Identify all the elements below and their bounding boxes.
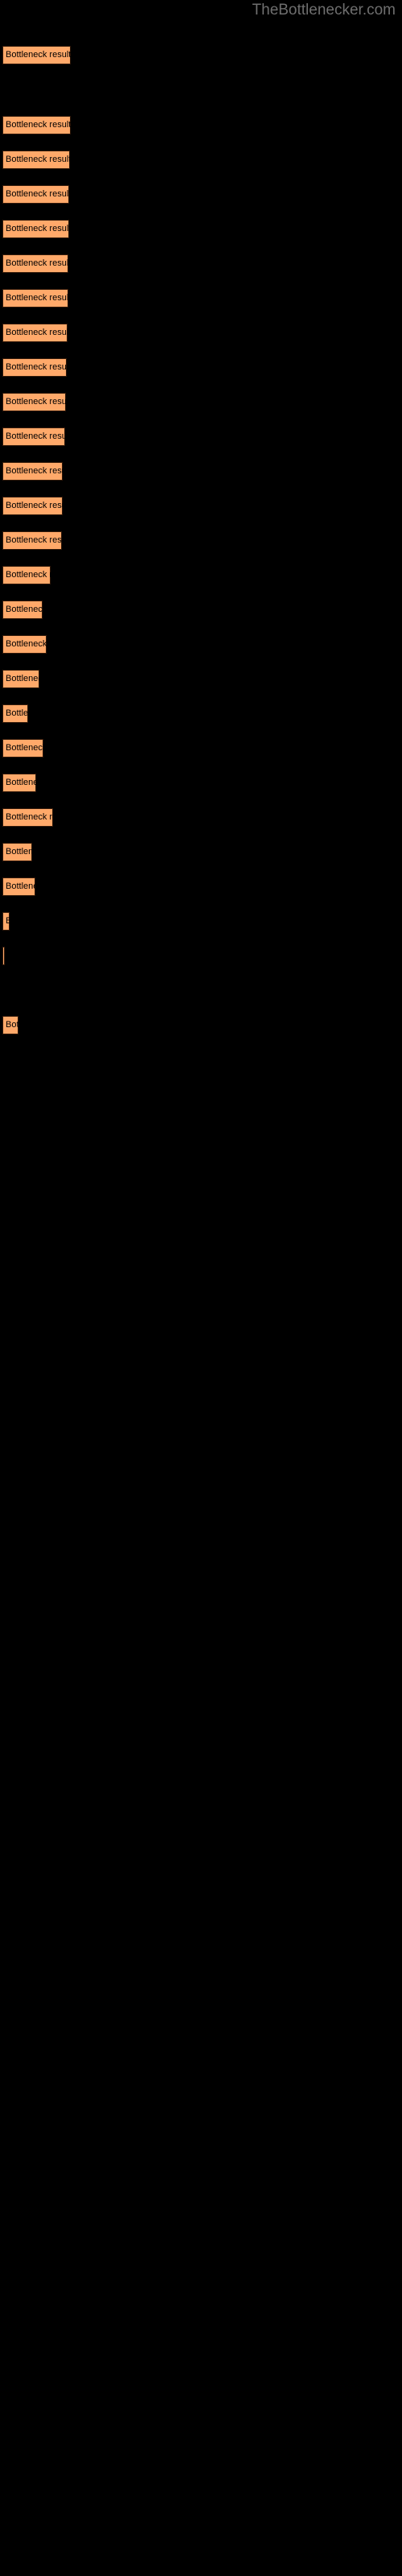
bar-row[interactable]: Bottleneck result xyxy=(2,947,5,965)
bottleneck-chart: TheBottlenecker.com Bottleneck result Bot… xyxy=(0,0,402,2576)
bar-label-clip: Bottleneck result xyxy=(2,566,51,584)
bar-label-clip: Bottleneck result xyxy=(2,116,71,134)
bar-label-clip: Bottleneck result xyxy=(2,843,32,861)
bar-label: Bottleneck result xyxy=(6,224,69,233)
bar-row[interactable]: Bottleneck result xyxy=(2,601,43,619)
bar-label-clip: Bottleneck result xyxy=(2,254,68,273)
bar-label-clip: Bottleneck result xyxy=(2,220,69,238)
bar-row[interactable]: Bottleneck result xyxy=(2,254,68,273)
bar-label-clip: Bottleneck result xyxy=(2,1016,18,1034)
bar-label: Bottleneck result xyxy=(6,570,51,580)
bar-label: Bottleneck result xyxy=(6,362,67,372)
bar-row[interactable]: Bottleneck result xyxy=(2,289,68,308)
bar-row[interactable]: Bottleneck result xyxy=(2,531,62,550)
bar-label: Bottleneck result xyxy=(6,397,66,407)
bar-label: Bottleneck result xyxy=(6,674,39,683)
bar-label: Bottleneck result xyxy=(6,605,43,614)
bar-label-clip: Bottleneck result xyxy=(2,635,47,654)
bar-label: Bottleneck result xyxy=(6,501,63,510)
bar-label-clip: Bottleneck result xyxy=(2,670,39,688)
bar-label: Bottleneck result xyxy=(6,881,35,891)
bar-row[interactable]: Bottleneck result xyxy=(2,877,35,896)
bar-label: Bottleneck result xyxy=(6,812,53,822)
bar-row[interactable]: Bottleneck result xyxy=(2,220,69,238)
bar-label: Bottleneck result xyxy=(6,847,32,857)
bar-row[interactable]: Bottleneck result xyxy=(2,1016,18,1034)
bar-row[interactable]: Bottleneck result xyxy=(2,635,47,654)
bar-row[interactable]: Bottleneck result xyxy=(2,151,70,169)
bar-row[interactable]: Bottleneck result xyxy=(2,46,71,64)
bar-label-clip: Bottleneck result xyxy=(2,427,65,446)
bar-label: Bottleneck result xyxy=(6,1020,18,1030)
bar-label-clip: Bottleneck result xyxy=(2,185,69,204)
bar-label: Bottleneck result xyxy=(6,535,62,545)
bar-row[interactable]: Bottleneck result xyxy=(2,704,28,723)
bar-label-clip: Bottleneck result xyxy=(2,151,70,169)
bar-label: Bottleneck result xyxy=(6,155,70,164)
bar-label: Bottleneck result xyxy=(6,743,43,753)
bar-row[interactable]: Bottleneck result xyxy=(2,739,43,758)
bar-label-clip: Bottleneck result xyxy=(2,289,68,308)
bar-label-clip: Bottleneck result xyxy=(2,324,68,342)
bar-label-clip: Bottleneck result xyxy=(2,46,71,64)
bar-label-clip: Bottleneck result xyxy=(2,947,5,965)
bar-label: Bottleneck result xyxy=(6,778,36,787)
bar-label: Bottleneck result xyxy=(6,328,68,337)
bar-label-clip: Bottleneck result xyxy=(2,912,10,931)
bar-label: Bottleneck result xyxy=(6,50,71,60)
bar-label: Bottleneck result xyxy=(6,189,69,199)
bar-label-clip: Bottleneck result xyxy=(2,739,43,758)
bar-label: Bottleneck result xyxy=(6,708,28,718)
bar-label-clip: Bottleneck result xyxy=(2,774,36,792)
bar-label: Bottleneck result xyxy=(6,466,63,476)
bars-layer: Bottleneck result Bottleneck result Bottle… xyxy=(0,0,402,2576)
bar-row[interactable]: Bottleneck result xyxy=(2,185,69,204)
bar-row[interactable]: Bottleneck result xyxy=(2,427,65,446)
bar-label-clip: Bottleneck result xyxy=(2,531,62,550)
bar-label-clip: Bottleneck result xyxy=(2,393,66,411)
bar-row[interactable]: Bottleneck result xyxy=(2,462,63,481)
bar-label: Bottleneck result xyxy=(6,639,47,649)
bar-label: Bottleneck result xyxy=(6,120,71,130)
bar-label: Bottleneck result xyxy=(6,293,68,303)
bar-label-clip: Bottleneck result xyxy=(2,358,67,377)
bar-row[interactable]: Bottleneck result xyxy=(2,670,39,688)
bar-label: Bottleneck result xyxy=(6,258,68,268)
bar-row[interactable]: Bottleneck result xyxy=(2,843,32,861)
bar-label: Bottleneck result xyxy=(6,431,65,441)
bar-row[interactable]: Bottleneck result xyxy=(2,393,66,411)
bar-label-clip: Bottleneck result xyxy=(2,808,53,827)
bar-label-clip: Bottleneck result xyxy=(2,497,63,515)
bar-row[interactable]: Bottleneck result xyxy=(2,324,68,342)
bar-row[interactable]: Bottleneck result xyxy=(2,808,53,827)
bar-label-clip: Bottleneck result xyxy=(2,704,28,723)
bar-label-clip: Bottleneck result xyxy=(2,462,63,481)
bar-row[interactable]: Bottleneck result xyxy=(2,358,67,377)
bar-label-clip: Bottleneck result xyxy=(2,877,35,896)
bar-row[interactable]: Bottleneck result xyxy=(2,566,51,584)
bar-row[interactable]: Bottleneck result xyxy=(2,497,63,515)
bar-row[interactable]: Bottleneck result xyxy=(2,912,10,931)
bar-row[interactable]: Bottleneck result xyxy=(2,774,36,792)
bar-row[interactable]: Bottleneck result xyxy=(2,116,71,134)
bar-label: Bottleneck result xyxy=(6,916,10,926)
bar-label-clip: Bottleneck result xyxy=(2,601,43,619)
